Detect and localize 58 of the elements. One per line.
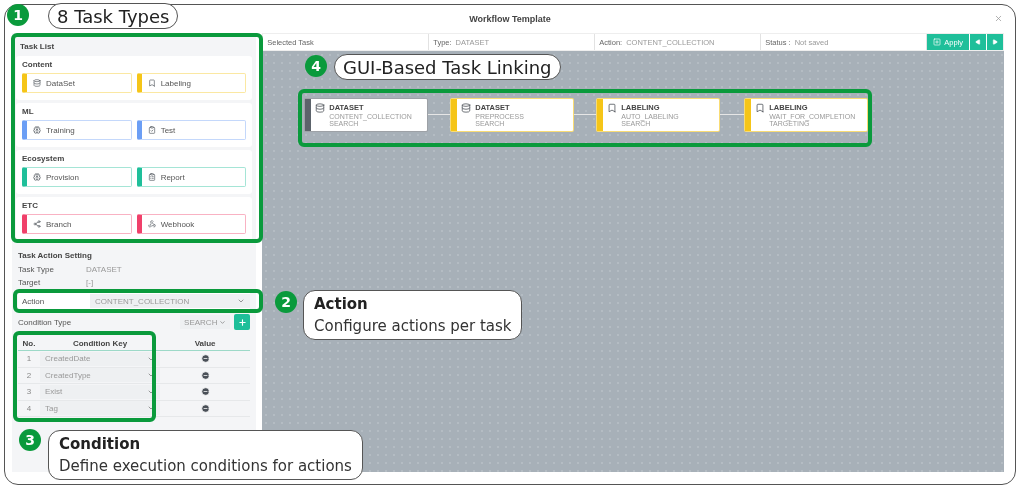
task-item[interactable]: Webhook bbox=[136, 214, 247, 234]
callout-label: GUI-Based Task Linking bbox=[334, 54, 561, 80]
dialog-title: Workflow Template bbox=[469, 14, 551, 24]
plus-icon bbox=[237, 317, 247, 327]
task-item[interactable]: Training bbox=[22, 120, 132, 140]
row-number: 3 bbox=[25, 387, 33, 397]
clipboard-icon bbox=[147, 126, 156, 134]
column-header: Condition Key bbox=[71, 338, 129, 348]
task-item[interactable]: Labeling bbox=[136, 73, 247, 93]
task-item[interactable]: Test bbox=[136, 120, 247, 140]
group-title: Content bbox=[22, 60, 54, 69]
field-label: Action bbox=[22, 296, 46, 306]
brain-icon bbox=[33, 126, 41, 134]
step-badge: 1 bbox=[7, 4, 29, 26]
row-number: 4 bbox=[25, 403, 33, 413]
bookmark-icon bbox=[755, 103, 766, 113]
database-icon bbox=[461, 103, 472, 113]
field-label: Target bbox=[18, 278, 42, 287]
triangle-right-icon bbox=[992, 39, 998, 45]
database-icon bbox=[33, 79, 41, 87]
field-label: Condition Type bbox=[18, 317, 72, 327]
group-title: ML bbox=[22, 107, 35, 116]
column-header: Value bbox=[193, 338, 217, 348]
callout-label: 8 Task Types bbox=[48, 3, 179, 29]
database-icon bbox=[315, 103, 326, 113]
task-item[interactable]: DataSet bbox=[22, 73, 132, 93]
connector-line bbox=[574, 114, 597, 115]
field-value: [-] bbox=[86, 278, 94, 287]
remove-icon[interactable] bbox=[200, 370, 210, 380]
brain-icon bbox=[33, 173, 41, 181]
share-icon bbox=[33, 220, 41, 228]
callout-title: Action bbox=[314, 295, 369, 313]
bookmark-icon bbox=[147, 79, 156, 87]
connector-line bbox=[428, 114, 451, 115]
callout-text: Configure actions per task bbox=[314, 317, 512, 335]
field-value: DATASET bbox=[86, 265, 122, 274]
remove-icon[interactable] bbox=[200, 354, 210, 364]
remove-icon[interactable] bbox=[200, 403, 210, 413]
remove-icon[interactable] bbox=[200, 387, 210, 397]
column-header: No. bbox=[21, 338, 37, 348]
callout-title: Condition bbox=[59, 435, 142, 453]
section-title: Task List bbox=[19, 41, 56, 53]
plus-icon bbox=[933, 38, 942, 46]
row-number: 1 bbox=[25, 354, 33, 364]
task-item[interactable]: Branch bbox=[22, 214, 132, 234]
bookmark-icon bbox=[607, 103, 618, 113]
group-title: Ecosystem bbox=[22, 154, 66, 163]
webhook-icon bbox=[147, 220, 156, 228]
field-label: Task Type bbox=[18, 265, 55, 274]
section-title: Task Action Setting bbox=[18, 250, 93, 262]
group-title: ETC bbox=[22, 201, 39, 210]
row-number: 2 bbox=[25, 370, 33, 380]
callout-text: Define execution conditions for actions bbox=[59, 457, 352, 475]
triangle-left-icon bbox=[975, 39, 981, 45]
task-item[interactable]: Report bbox=[136, 167, 247, 187]
clipboard-icon bbox=[147, 173, 156, 181]
connector-line bbox=[720, 114, 745, 115]
task-item[interactable]: Provision bbox=[22, 167, 132, 187]
